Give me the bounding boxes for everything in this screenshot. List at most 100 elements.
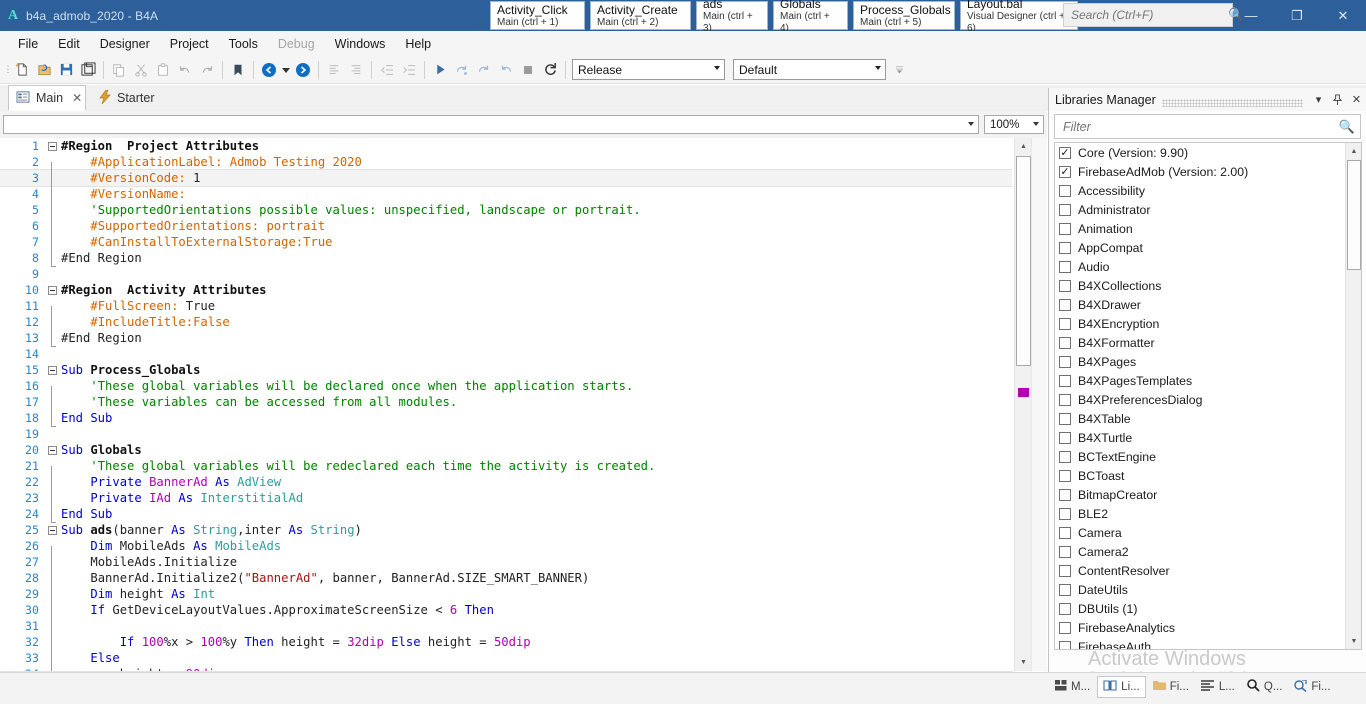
library-item[interactable]: B4XPagesTemplates xyxy=(1055,371,1361,390)
library-item[interactable]: B4XEncryption xyxy=(1055,314,1361,333)
save-icon[interactable] xyxy=(55,58,77,82)
library-checkbox[interactable] xyxy=(1059,185,1071,197)
library-checkbox[interactable] xyxy=(1059,489,1071,501)
library-checkbox[interactable] xyxy=(1059,394,1071,406)
library-checkbox[interactable] xyxy=(1059,508,1071,520)
close-icon[interactable]: ✕ xyxy=(1347,90,1366,110)
build-config-select[interactable]: Default xyxy=(733,59,886,80)
code-line[interactable]: 6 #SupportedOrientations: portrait xyxy=(0,218,1012,234)
library-checkbox[interactable] xyxy=(1059,280,1071,292)
close-button[interactable]: ✕ xyxy=(1320,0,1366,31)
library-item[interactable]: FirebaseAnalytics xyxy=(1055,618,1361,637)
code-line[interactable]: 3 #VersionCode: 1 xyxy=(0,170,1012,186)
library-checkbox[interactable] xyxy=(1059,242,1071,254)
code-line[interactable]: 10#Region Activity Attributes xyxy=(0,282,1012,298)
library-checkbox[interactable] xyxy=(1059,356,1071,368)
format-left-icon[interactable] xyxy=(323,58,345,82)
library-checkbox[interactable] xyxy=(1059,166,1071,178)
tab-main[interactable]: Main ✕ xyxy=(8,85,86,111)
close-icon[interactable]: ✕ xyxy=(72,91,82,105)
code-line[interactable]: 8#End Region xyxy=(0,250,1012,266)
build-mode-select[interactable]: Release xyxy=(572,59,725,80)
status-button-modules[interactable]: M... xyxy=(1050,677,1095,697)
library-checkbox[interactable] xyxy=(1059,527,1071,539)
code-line[interactable]: 9 xyxy=(0,266,1012,282)
library-checkbox[interactable] xyxy=(1059,413,1071,425)
library-item[interactable]: Camera xyxy=(1055,523,1361,542)
code-line[interactable]: 15Sub Process_Globals xyxy=(0,362,1012,378)
stop-icon[interactable] xyxy=(517,58,539,82)
outdent-icon[interactable] xyxy=(376,58,398,82)
copy-icon[interactable] xyxy=(108,58,130,82)
code-line[interactable]: 22 Private BannerAd As AdView xyxy=(0,474,1012,490)
code-line[interactable]: 29 Dim height As Int xyxy=(0,586,1012,602)
library-checkbox[interactable] xyxy=(1059,584,1071,596)
code-line[interactable]: 13#End Region xyxy=(0,330,1012,346)
debug-step-out-icon[interactable] xyxy=(495,58,517,82)
library-item[interactable]: DateUtils xyxy=(1055,580,1361,599)
code-line[interactable]: 24End Sub xyxy=(0,506,1012,522)
scroll-up-icon[interactable]: ▲ xyxy=(1015,138,1032,155)
navigate-forward-icon[interactable] xyxy=(292,58,314,82)
library-checkbox[interactable] xyxy=(1059,641,1071,651)
jump-chip-globals[interactable]: GlobalsMain (ctrl + 4) xyxy=(773,1,848,30)
code-line[interactable]: 23 Private IAd As InterstitialAd xyxy=(0,490,1012,506)
library-item[interactable]: Camera2 xyxy=(1055,542,1361,561)
code-line[interactable]: 11 #FullScreen: True xyxy=(0,298,1012,314)
library-item[interactable]: B4XTurtle xyxy=(1055,428,1361,447)
debug-step-into-icon[interactable] xyxy=(473,58,495,82)
jump-chip-activity-create[interactable]: Activity_CreateMain (ctrl + 2) xyxy=(590,1,691,30)
vertical-scroll-thumb[interactable] xyxy=(1016,156,1031,366)
menu-project[interactable]: Project xyxy=(160,34,219,54)
library-checkbox[interactable] xyxy=(1059,603,1071,615)
fold-marker[interactable] xyxy=(45,446,59,455)
maximize-button[interactable]: ❐ xyxy=(1274,0,1320,31)
library-item[interactable]: B4XTable xyxy=(1055,409,1361,428)
toolbar-overflow-button[interactable] xyxy=(896,60,903,80)
status-button-libraries[interactable]: Li... xyxy=(1097,676,1146,698)
menu-designer[interactable]: Designer xyxy=(90,34,160,54)
library-item[interactable]: BLE2 xyxy=(1055,504,1361,523)
fold-marker[interactable] xyxy=(45,142,59,151)
debug-step-over-icon[interactable] xyxy=(451,58,473,82)
library-checkbox[interactable] xyxy=(1059,261,1071,273)
jump-chip-process-globals[interactable]: Process_GlobalsMain (ctrl + 5) xyxy=(853,1,955,30)
code-line[interactable]: 31 xyxy=(0,618,1012,634)
code-line[interactable]: 5 'SupportedOrientations possible values… xyxy=(0,202,1012,218)
member-navigation-select[interactable] xyxy=(3,115,979,134)
library-item[interactable]: B4XDrawer xyxy=(1055,295,1361,314)
library-item[interactable]: Administrator xyxy=(1055,200,1361,219)
code-line[interactable]: 27 MobileAds.Initialize xyxy=(0,554,1012,570)
navigate-back-icon[interactable] xyxy=(258,58,280,82)
fold-marker[interactable] xyxy=(45,526,59,535)
library-checkbox[interactable] xyxy=(1059,223,1071,235)
code-line[interactable]: 14 xyxy=(0,346,1012,362)
fold-marker[interactable] xyxy=(45,286,59,295)
restart-icon[interactable] xyxy=(539,58,561,82)
code-lines[interactable]: 1#Region Project Attributes2 #Applicatio… xyxy=(0,138,1012,671)
status-button-logs[interactable]: L... xyxy=(1196,677,1240,697)
library-checkbox[interactable] xyxy=(1059,546,1071,558)
menu-help[interactable]: Help xyxy=(395,34,441,54)
library-list[interactable]: Core (Version: 9.90)FirebaseAdMob (Versi… xyxy=(1054,142,1362,650)
run-icon[interactable] xyxy=(429,58,451,82)
status-button-quick-search[interactable]: Q... xyxy=(1242,676,1288,698)
library-item[interactable]: DBUtils (1) xyxy=(1055,599,1361,618)
status-button-files[interactable]: Fi... xyxy=(1148,677,1194,697)
chevron-down-icon[interactable]: ▾ xyxy=(1309,90,1328,110)
library-item[interactable]: B4XPages xyxy=(1055,352,1361,371)
library-item[interactable]: Core (Version: 9.90) xyxy=(1055,143,1361,162)
library-item[interactable]: BCTextEngine xyxy=(1055,447,1361,466)
scroll-down-icon[interactable]: ▼ xyxy=(1346,633,1362,649)
code-line[interactable]: 18End Sub xyxy=(0,410,1012,426)
editor-vertical-scrollbar[interactable]: ▲ ▼ xyxy=(1014,138,1031,671)
library-checkbox[interactable] xyxy=(1059,204,1071,216)
library-item[interactable]: BitmapCreator xyxy=(1055,485,1361,504)
cut-icon[interactable] xyxy=(130,58,152,82)
code-line[interactable]: 17 'These variables can be accessed from… xyxy=(0,394,1012,410)
status-button-find[interactable]: Fi... xyxy=(1289,677,1335,698)
bookmark-icon[interactable] xyxy=(227,58,249,82)
paste-icon[interactable] xyxy=(152,58,174,82)
code-line[interactable]: 33 Else xyxy=(0,650,1012,666)
minimize-button[interactable]: — xyxy=(1228,0,1274,31)
